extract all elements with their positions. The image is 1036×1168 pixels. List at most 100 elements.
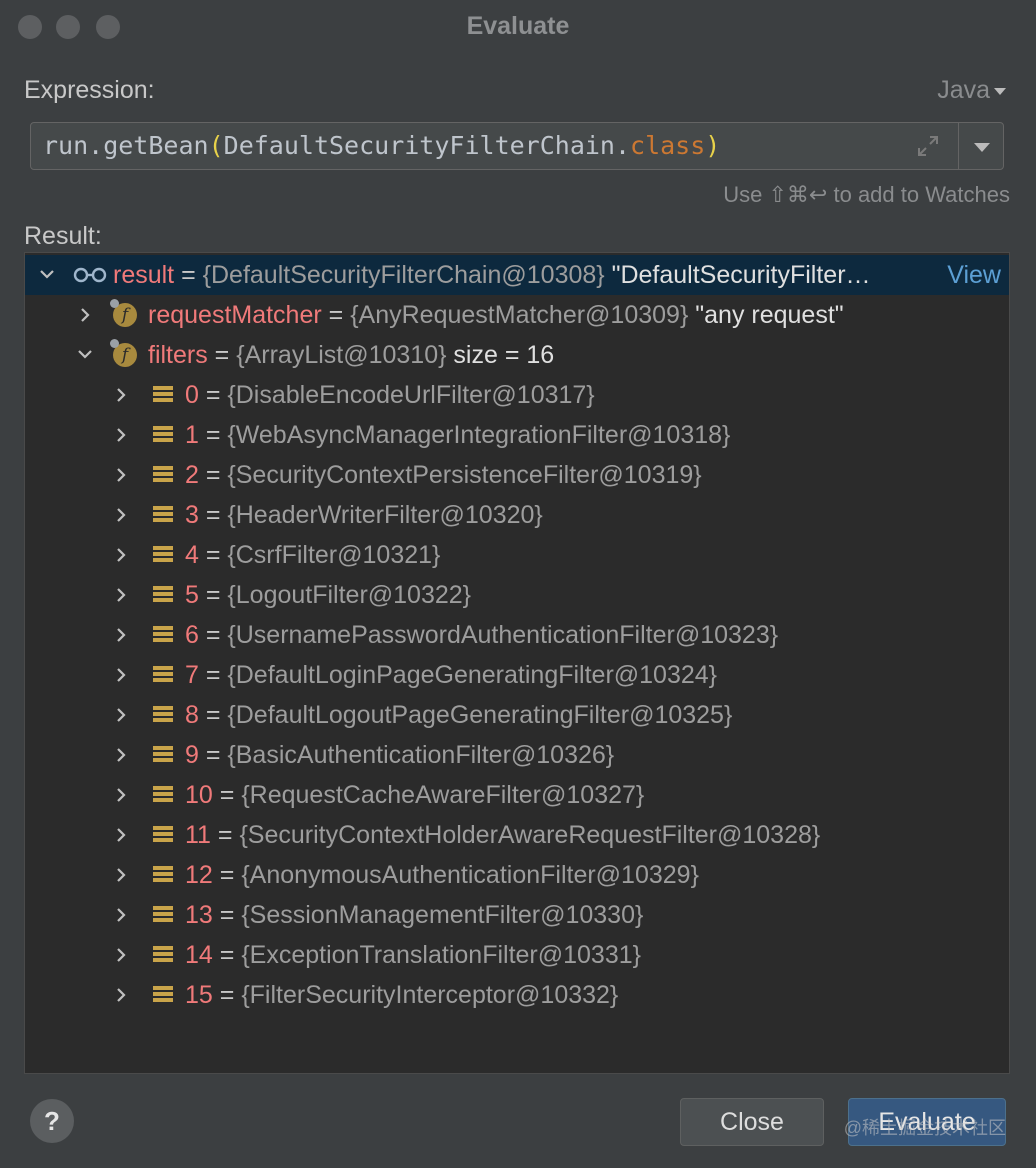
- item-index: 0: [185, 381, 199, 409]
- array-element-icon: [153, 626, 173, 644]
- chevron-right-icon[interactable]: [111, 735, 131, 775]
- field-extra: "any request": [688, 301, 844, 329]
- item-index: 3: [185, 501, 199, 529]
- field-icon: f: [110, 339, 137, 367]
- item-ref: {SecurityContextHolderAwareRequestFilter…: [239, 821, 821, 849]
- window-title: Evaluate: [466, 12, 570, 40]
- tree-row-item[interactable]: 4 = {CsrfFilter@10321}: [25, 535, 1009, 575]
- array-element-icon: [153, 866, 173, 884]
- result-label: Result:: [24, 222, 102, 250]
- result-name: result: [113, 261, 175, 289]
- field-ref: {ArrayList@10310}: [236, 341, 447, 369]
- language-selector[interactable]: Java: [937, 76, 1006, 105]
- array-element-icon: [153, 786, 173, 804]
- item-ref: {DisableEncodeUrlFilter@10317}: [227, 381, 595, 409]
- tree-row-item[interactable]: 0 = {DisableEncodeUrlFilter@10317}: [25, 375, 1009, 415]
- array-element-icon: [153, 986, 173, 1004]
- tree-row-item[interactable]: 8 = {DefaultLogoutPageGeneratingFilter@1…: [25, 695, 1009, 735]
- array-element-icon: [153, 906, 173, 924]
- array-element-icon: [153, 386, 173, 404]
- item-ref: {FilterSecurityInterceptor@10332}: [241, 981, 619, 1009]
- watches-hint: Use ⇧⌘↩ to add to Watches: [723, 182, 1010, 207]
- chevron-down-icon[interactable]: [37, 255, 57, 295]
- item-ref: {SessionManagementFilter@10330}: [241, 901, 644, 929]
- view-link[interactable]: View: [947, 255, 1001, 295]
- chevron-right-icon[interactable]: [111, 855, 131, 895]
- chevron-right-icon[interactable]: [111, 655, 131, 695]
- item-ref: {LogoutFilter@10322}: [227, 581, 472, 609]
- item-index: 10: [185, 781, 213, 809]
- field-name: filters: [148, 341, 208, 369]
- chevron-right-icon[interactable]: [111, 415, 131, 455]
- chevron-down-icon: [974, 143, 990, 152]
- title-bar: Evaluate: [0, 0, 1036, 54]
- result-tree[interactable]: result = {DefaultSecurityFilterChain@103…: [24, 252, 1010, 1074]
- tree-row-item[interactable]: 15 = {FilterSecurityInterceptor@10332}: [25, 975, 1009, 1015]
- expression-code[interactable]: run.getBean(DefaultSecurityFilterChain.c…: [43, 131, 720, 160]
- close-button[interactable]: Close: [680, 1098, 824, 1146]
- array-element-icon: [153, 826, 173, 844]
- chevron-right-icon[interactable]: [111, 535, 131, 575]
- tree-row-item[interactable]: 14 = {ExceptionTranslationFilter@10331}: [25, 935, 1009, 975]
- tree-row-field[interactable]: f requestMatcher = {AnyRequestMatcher@103…: [25, 295, 1009, 335]
- tree-row-item[interactable]: 11 = {SecurityContextHolderAwareRequestF…: [25, 815, 1009, 855]
- item-ref: {DefaultLoginPageGeneratingFilter@10324}: [227, 661, 718, 689]
- chevron-right-icon[interactable]: [111, 575, 131, 615]
- item-index: 4: [185, 541, 199, 569]
- item-index: 8: [185, 701, 199, 729]
- array-element-icon: [153, 666, 173, 684]
- item-index: 15: [185, 981, 213, 1009]
- item-ref: {ExceptionTranslationFilter@10331}: [241, 941, 641, 969]
- expression-label: Expression:: [24, 76, 155, 104]
- item-index: 11: [185, 821, 211, 849]
- chevron-right-icon[interactable]: [75, 295, 95, 335]
- tree-row-item[interactable]: 12 = {AnonymousAuthenticationFilter@1032…: [25, 855, 1009, 895]
- item-index: 6: [185, 621, 199, 649]
- tree-row-item[interactable]: 2 = {SecurityContextPersistenceFilter@10…: [25, 455, 1009, 495]
- array-element-icon: [153, 546, 173, 564]
- item-ref: {BasicAuthenticationFilter@10326}: [227, 741, 615, 769]
- field-ref: {AnyRequestMatcher@10309}: [350, 301, 689, 329]
- help-button[interactable]: ?: [30, 1099, 74, 1143]
- field-extra: size = 16: [446, 341, 555, 369]
- chevron-right-icon[interactable]: [111, 455, 131, 495]
- field-name: requestMatcher: [148, 301, 322, 329]
- watermark: @稀土掘金技术社区: [843, 1118, 1006, 1138]
- tree-row-field[interactable]: f filters = {ArrayList@10310} size = 16: [25, 335, 1009, 375]
- array-element-icon: [153, 506, 173, 524]
- chevron-down-icon[interactable]: [75, 335, 95, 375]
- chevron-right-icon[interactable]: [111, 895, 131, 935]
- tree-row-item[interactable]: 13 = {SessionManagementFilter@10330}: [25, 895, 1009, 935]
- expand-icon[interactable]: [915, 133, 941, 159]
- chevron-right-icon[interactable]: [111, 935, 131, 975]
- result-string: "DefaultSecurityFilter…: [604, 261, 871, 289]
- item-ref: {SecurityContextPersistenceFilter@10319}: [227, 461, 702, 489]
- chevron-right-icon[interactable]: [111, 975, 131, 1015]
- history-dropdown-button[interactable]: [959, 123, 1003, 169]
- chevron-right-icon[interactable]: [111, 615, 131, 655]
- item-ref: {WebAsyncManagerIntegrationFilter@10318}: [227, 421, 731, 449]
- expression-input[interactable]: run.getBean(DefaultSecurityFilterChain.c…: [30, 122, 1004, 170]
- chevron-right-icon[interactable]: [111, 775, 131, 815]
- watch-glasses-icon: [73, 267, 107, 283]
- tree-row-item[interactable]: 5 = {LogoutFilter@10322}: [25, 575, 1009, 615]
- tree-row-item[interactable]: 9 = {BasicAuthenticationFilter@10326}: [25, 735, 1009, 775]
- tree-row-result[interactable]: result = {DefaultSecurityFilterChain@103…: [25, 255, 1009, 295]
- chevron-down-icon: [994, 87, 1006, 95]
- array-element-icon: [153, 466, 173, 484]
- item-index: 5: [185, 581, 199, 609]
- item-index: 9: [185, 741, 199, 769]
- tree-row-item[interactable]: 1 = {WebAsyncManagerIntegrationFilter@10…: [25, 415, 1009, 455]
- tree-row-item[interactable]: 6 = {UsernamePasswordAuthenticationFilte…: [25, 615, 1009, 655]
- chevron-right-icon[interactable]: [111, 815, 131, 855]
- tree-row-item[interactable]: 7 = {DefaultLoginPageGeneratingFilter@10…: [25, 655, 1009, 695]
- chevron-right-icon[interactable]: [111, 695, 131, 735]
- array-element-icon: [153, 586, 173, 604]
- field-icon: f: [110, 299, 137, 327]
- array-element-icon: [153, 946, 173, 964]
- tree-row-item[interactable]: 10 = {RequestCacheAwareFilter@10327}: [25, 775, 1009, 815]
- tree-row-item[interactable]: 3 = {HeaderWriterFilter@10320}: [25, 495, 1009, 535]
- item-index: 13: [185, 901, 213, 929]
- chevron-right-icon[interactable]: [111, 495, 131, 535]
- chevron-right-icon[interactable]: [111, 375, 131, 415]
